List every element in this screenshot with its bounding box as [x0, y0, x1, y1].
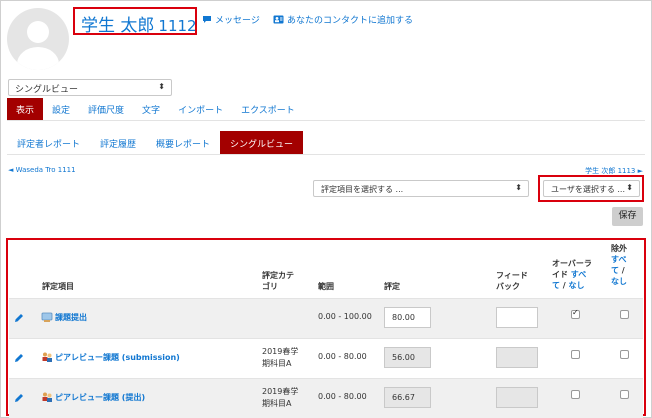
tab-export[interactable]: エクスポート [232, 98, 304, 120]
grade-item-link[interactable]: ピアレビュー課題 (submission) [55, 352, 180, 363]
col-header-grade: 評定 [384, 282, 400, 291]
tab-overview-report[interactable]: 概要レポート [146, 131, 220, 154]
user-select[interactable]: ユーザを選択する ... ⬍ [543, 180, 640, 197]
category-cell: 2019春学 期科目A [262, 347, 299, 368]
pencil-icon[interactable] [14, 353, 24, 366]
feedback-input [496, 387, 538, 408]
range-cell: 0.00 - 100.00 [318, 312, 372, 321]
exclude-checkbox[interactable] [620, 390, 629, 399]
updown-caret-icon: ⬍ [626, 183, 633, 192]
grade-item-select[interactable]: 評定項目を選択する ... ⬍ [313, 180, 529, 197]
table-row: ピアレビュー課題 (submission) 2019春学 期科目A 0.00 - … [9, 338, 643, 378]
override-checkbox[interactable] [571, 308, 580, 319]
col-header-override: オーバーラ イド すべ て / なし [552, 259, 592, 290]
message-link-label: メッセージ [215, 16, 260, 26]
tab-single-view[interactable]: シングルビュー [220, 131, 304, 154]
tab-letters[interactable]: 文字 [133, 98, 169, 120]
default-avatar-icon [17, 21, 59, 70]
message-link[interactable]: メッセージ [202, 13, 260, 26]
col-header-feedback: フィード バック [496, 271, 528, 291]
user-name[interactable]: 学生 太郎 [81, 16, 154, 36]
speech-bubble-icon [202, 15, 212, 24]
grade-item-select-value: 評定項目を選択する ... [321, 185, 404, 194]
add-contact-link-label: あなたのコンタクトに追加する [287, 16, 414, 26]
tab-import[interactable]: インポート [169, 98, 232, 120]
grade-item-link[interactable]: ピアレビュー課題 (提出) [55, 392, 145, 403]
user-fullname-heading: 学生 太郎 1112 [73, 7, 197, 36]
updown-caret-icon: ⬍ [515, 183, 522, 192]
range-cell: 0.00 - 80.00 [318, 392, 367, 401]
override-checkbox[interactable] [571, 350, 580, 359]
pencil-icon[interactable] [14, 393, 24, 406]
user-avatar[interactable] [7, 8, 69, 70]
override-checkbox[interactable] [571, 390, 580, 399]
grade-input: 66.67 [384, 387, 431, 408]
grade-item-link[interactable]: 課題提出 [55, 312, 87, 323]
exclude-select-all-link[interactable]: すべ [611, 254, 627, 265]
grade-input[interactable]: 80.00 [384, 307, 431, 328]
prev-user-link[interactable]: ◄ Waseda Tro 1111 [8, 166, 76, 174]
exclude-checkbox[interactable] [620, 310, 629, 319]
report-tab-divider [7, 154, 645, 155]
exclude-select-all-link-cont[interactable]: て [611, 266, 619, 275]
add-contact-link[interactable]: あなたのコンタクトに追加する [273, 13, 413, 26]
report-tab-bar: 評定者レポート 評定履歴 概要レポート シングルビュー [7, 131, 304, 154]
feedback-input [496, 347, 538, 368]
col-header-range: 範囲 [318, 282, 334, 291]
range-cell: 0.00 - 80.00 [318, 352, 367, 361]
address-book-icon [273, 15, 284, 24]
exclude-checkbox[interactable] [620, 350, 629, 359]
grade-input: 56.00 [384, 347, 431, 368]
user-number[interactable]: 1112 [158, 17, 196, 35]
tab-scales[interactable]: 評価尺度 [79, 98, 133, 120]
assignment-icon [41, 311, 53, 326]
main-tab-divider [7, 120, 645, 121]
table-row: 課題提出 0.00 - 100.00 80.00 [9, 298, 643, 338]
override-select-all-link-cont[interactable]: て [552, 281, 560, 290]
peer-review-icon [41, 391, 53, 406]
col-header-category: 評定カテ ゴリ [262, 271, 294, 291]
report-view-select[interactable]: シングルビュー ⬍ [8, 79, 172, 96]
main-tab-bar: 表示 設定 評価尺度 文字 インポート エクスポート [7, 98, 304, 120]
tab-view[interactable]: 表示 [7, 98, 44, 120]
tab-grader-report[interactable]: 評定者レポート [7, 131, 90, 154]
feedback-input[interactable] [496, 307, 538, 328]
override-select-all-link[interactable]: すべ [571, 270, 586, 279]
peer-review-icon [41, 351, 53, 366]
col-header-item: 評定項目 [42, 282, 74, 291]
updown-caret-icon: ⬍ [158, 82, 165, 91]
pencil-icon[interactable] [14, 313, 24, 326]
user-select-value: ユーザを選択する ... [551, 185, 626, 194]
tab-grade-history[interactable]: 評定履歴 [90, 131, 146, 154]
override-select-none-link[interactable]: なし [569, 281, 585, 290]
tab-setup[interactable]: 設定 [43, 98, 79, 120]
save-button[interactable]: 保存 [612, 207, 643, 226]
table-row: ピアレビュー課題 (提出) 2019春学 期科目A 0.00 - 80.00 66… [9, 378, 643, 418]
col-header-exclude: 除外 すべ て / なし [611, 244, 627, 287]
report-view-select-value: シングルビュー [15, 85, 79, 95]
exclude-select-none-link[interactable]: なし [611, 276, 627, 287]
category-cell: 2019春学 期科目A [262, 387, 299, 408]
